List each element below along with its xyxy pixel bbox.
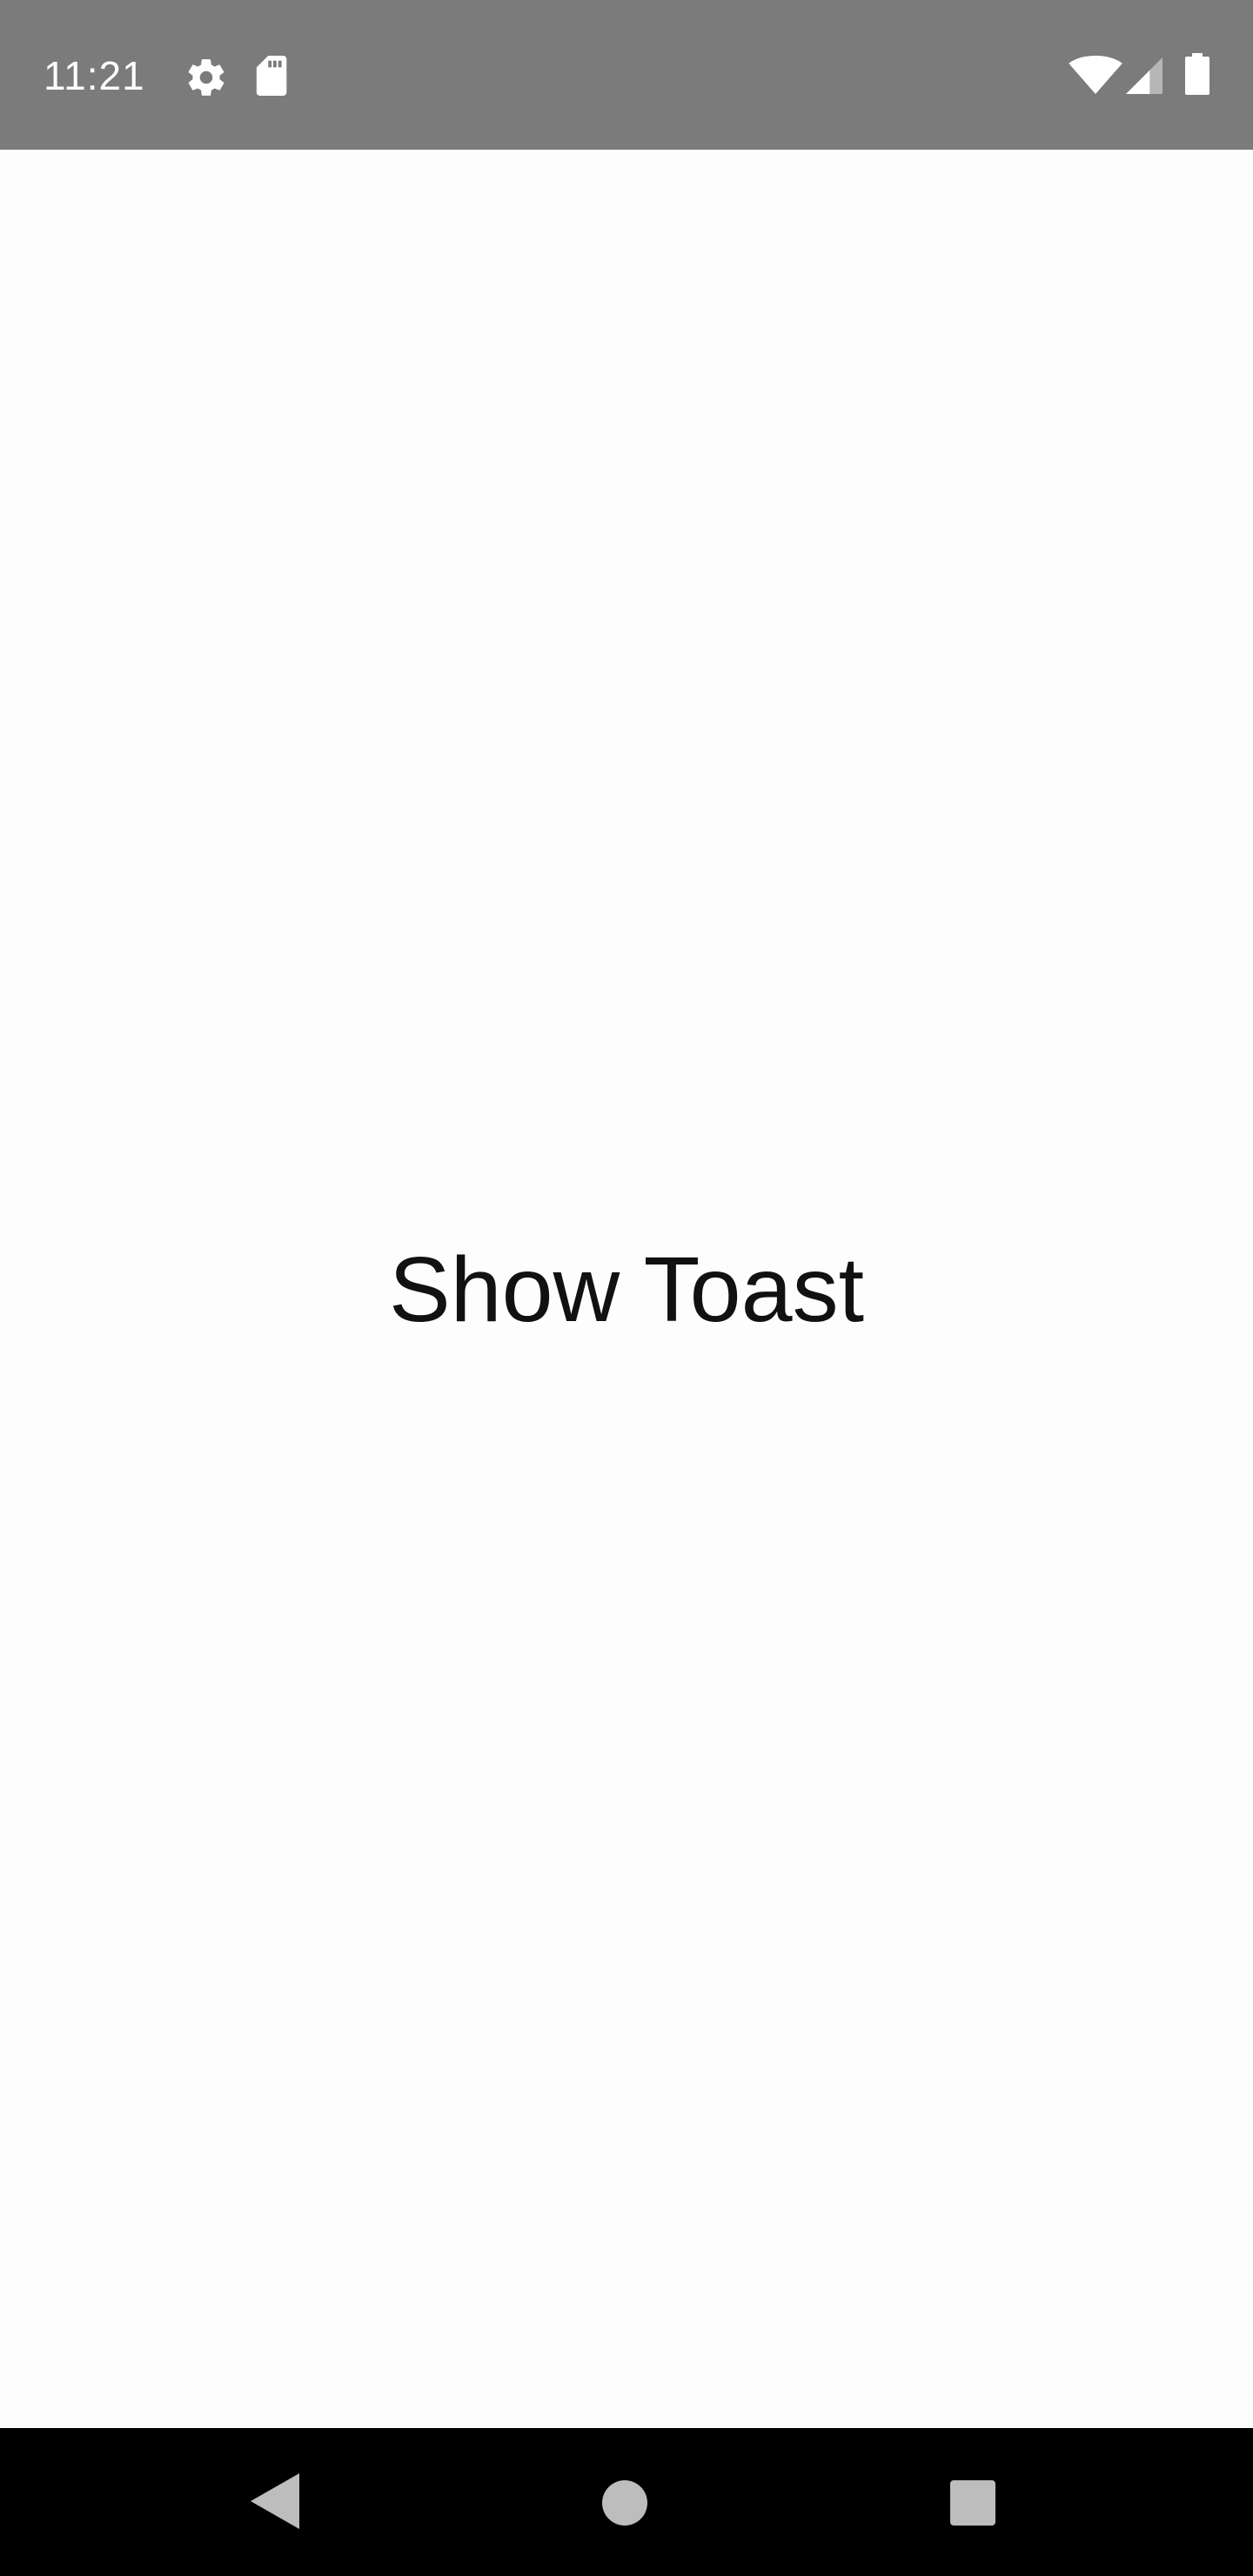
recents-icon[interactable] xyxy=(950,2480,995,2526)
navigation-bar xyxy=(0,2428,1253,2576)
back-icon[interactable] xyxy=(251,2473,299,2529)
battery-icon xyxy=(1185,53,1209,95)
status-bar: 11:21 xyxy=(0,0,1253,150)
home-icon[interactable] xyxy=(602,2480,647,2526)
app-screen: 11:21 Show Toast xyxy=(0,0,1253,2576)
gear-icon xyxy=(188,59,224,96)
cellular-signal-icon xyxy=(1126,57,1163,94)
main-content: Show Toast xyxy=(0,150,1253,2428)
sd-card-icon xyxy=(256,56,287,96)
show-toast-button[interactable]: Show Toast xyxy=(0,1238,1253,1342)
wifi-icon xyxy=(1069,56,1122,94)
status-time: 11:21 xyxy=(44,53,145,98)
